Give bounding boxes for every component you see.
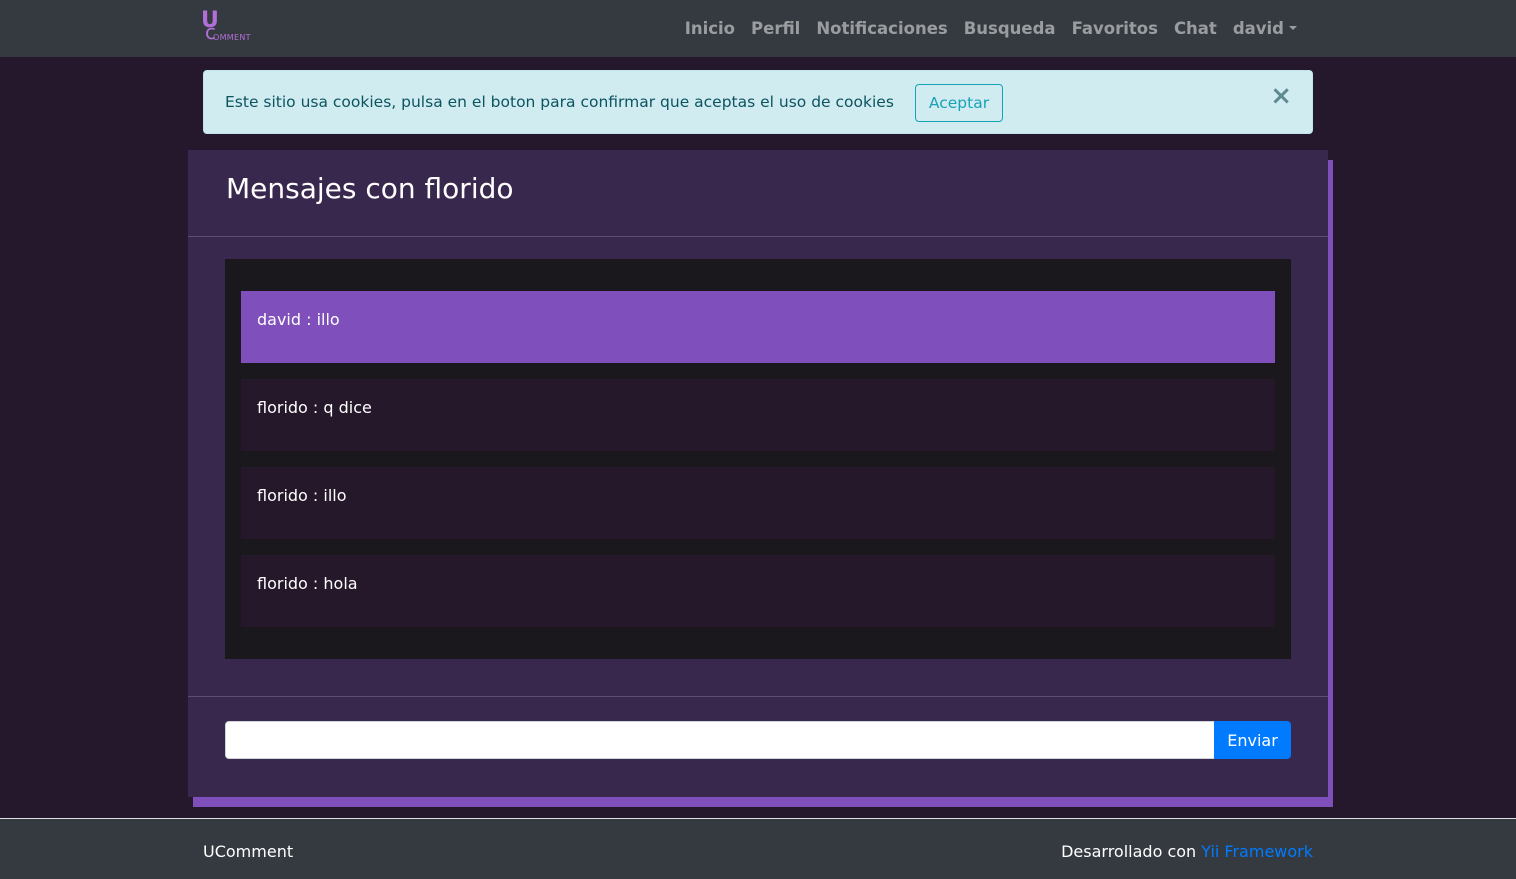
message-item: florido : q dice [241,379,1275,451]
nav-chat[interactable]: Chat [1166,19,1225,38]
logo-text: OMMENT [213,33,251,42]
logo[interactable]: U c OMMENT [201,10,257,46]
message-input[interactable] [225,721,1215,759]
chat-footer: Enviar [188,696,1328,797]
nav-links: Inicio Perfil Notificaciones Busqueda Fa… [677,0,1305,57]
nav-busqueda[interactable]: Busqueda [956,19,1064,38]
yii-framework-link[interactable]: Yii Framework [1201,842,1313,861]
send-button[interactable]: Enviar [1214,721,1291,759]
navbar: U c OMMENT Inicio Perfil Notificaciones … [0,0,1516,57]
nav-inicio[interactable]: Inicio [677,19,743,38]
user-menu-dropdown[interactable]: david [1225,19,1305,38]
nav-notificaciones[interactable]: Notificaciones [808,19,955,38]
message-item: david : illo [241,291,1275,363]
chevron-down-icon [1289,25,1297,30]
footer-brand: UComment [203,842,294,861]
footer-credit: Desarrollado con Yii Framework [1061,842,1313,861]
cookie-alert: Este sitio usa cookies, pulsa en el boto… [203,70,1313,134]
chat-card: Mensajes con florido david : illo florid… [188,150,1328,797]
close-icon[interactable]: × [1270,83,1292,109]
footer: UComment Desarrollado con Yii Framework [0,818,1516,879]
message-item: florido : illo [241,467,1275,539]
messages-list[interactable]: david : illo florido : q dice florido : … [225,259,1291,659]
nav-favoritos[interactable]: Favoritos [1064,19,1166,38]
user-menu-label: david [1232,19,1284,38]
page-title: Mensajes con florido [226,172,514,205]
accept-cookies-button[interactable]: Aceptar [915,84,1003,122]
chat-header: Mensajes con florido [188,150,1328,237]
message-item: florido : hola [241,555,1275,627]
footer-credit-prefix: Desarrollado con [1061,842,1202,861]
nav-perfil[interactable]: Perfil [743,19,808,38]
cookie-alert-text: Este sitio usa cookies, pulsa en el boto… [225,93,894,111]
